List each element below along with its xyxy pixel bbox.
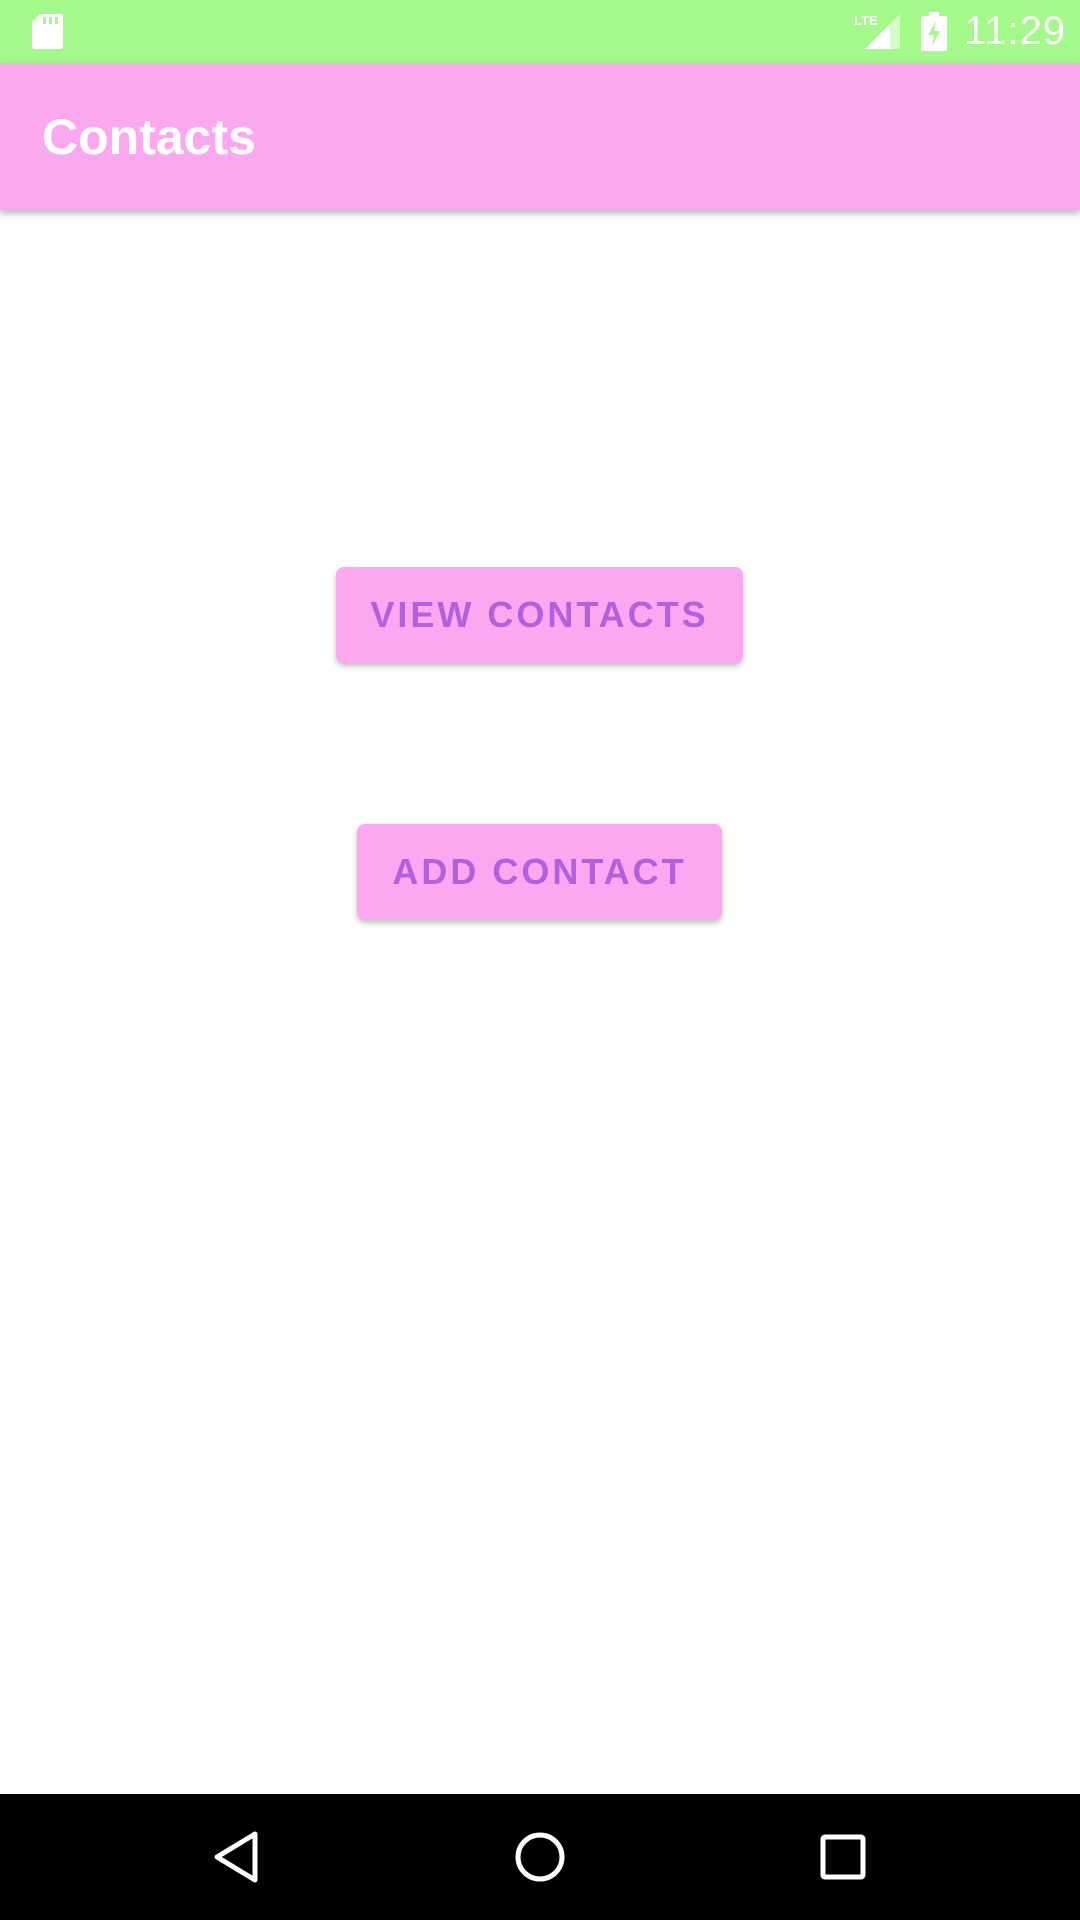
- recent-apps-icon[interactable]: [810, 1824, 876, 1890]
- app-bar-title: Contacts: [42, 109, 256, 165]
- app-bar: Contacts: [0, 63, 1080, 210]
- home-icon[interactable]: [507, 1824, 573, 1890]
- battery-charging-icon: [921, 12, 947, 51]
- navigation-bar: [0, 1794, 1080, 1920]
- status-clock: 11:29: [964, 9, 1067, 53]
- network-type-label: LTE: [854, 13, 878, 28]
- status-bar: LTE 11:29: [0, 0, 1080, 63]
- sd-card-icon: [32, 14, 63, 49]
- add-contact-button[interactable]: ADD CONTACT: [357, 824, 722, 920]
- back-icon[interactable]: [203, 1824, 269, 1890]
- lte-signal-icon: LTE: [854, 13, 900, 49]
- app-screen: LTE 11:29 Contacts VIEW CONTACTS ADD CON…: [0, 0, 1080, 1920]
- view-contacts-button[interactable]: VIEW CONTACTS: [336, 567, 743, 663]
